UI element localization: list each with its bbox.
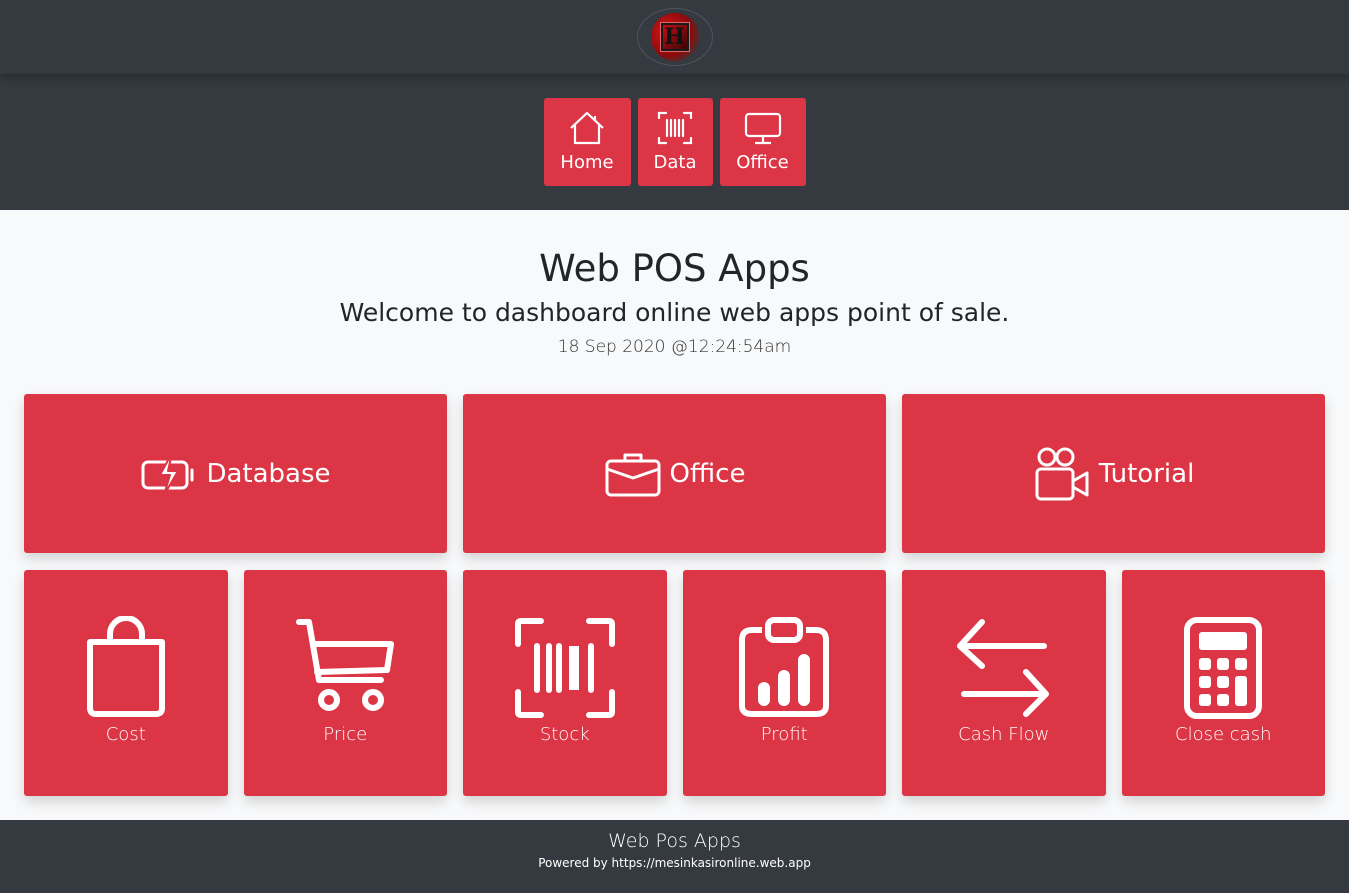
footer: Web Pos Apps Powered by https://mesinkas… [0,820,1349,893]
database-card[interactable]: Database [24,394,447,553]
nav-home-label: Home [560,152,614,173]
logo[interactable]: H [636,8,713,66]
stock-card[interactable]: Stock [463,570,667,796]
monitor-icon [744,112,781,145]
office-card[interactable]: Office [463,394,886,553]
nav-office-label: Office [736,152,789,173]
calculator-icon [1184,617,1263,719]
page-subtitle: Welcome to dashboard online web apps poi… [339,298,1010,327]
tutorial-label: Tutorial [1098,458,1195,489]
footer-title: Web Pos Apps [608,830,741,852]
nav-home-button[interactable]: Home [543,98,631,186]
logo-emblem: H [650,13,699,61]
video-camera-icon [1035,447,1089,500]
profit-label: Profit [760,724,808,745]
clipboard-chart-icon [739,617,830,717]
close-cash-card[interactable]: Close cash [1121,570,1325,796]
cost-card[interactable]: Cost [24,570,228,796]
barcode-scan-icon [657,111,693,145]
stock-label: Stock [539,724,590,745]
profit-card[interactable]: Profit [682,570,886,796]
footer-powered-by[interactable]: Powered by https://mesinkasironline.web.… [0,856,1349,870]
bottom-card-row: Cost Price Stock Profit Cash Flow Close … [24,570,1325,796]
close-cash-label: Close cash [1175,724,1272,745]
top-card-row: Database Office Tutorial [24,394,1325,553]
house-icon [570,111,604,145]
datetime-text: 18 Sep 2020 @12:24:54am [557,337,792,357]
briefcase-icon [605,453,661,496]
price-label: Price [323,724,368,745]
battery-charging-icon [141,451,194,496]
nav-data-button[interactable]: Data [637,98,713,186]
cost-label: Cost [105,724,146,745]
office-label: Office [669,458,746,489]
logo-letter: H [659,22,690,52]
page-title: Web POS Apps [539,247,810,290]
top-bar: H [0,0,1349,74]
hero: Web POS Apps Welcome to dashboard online… [0,210,1349,358]
price-card[interactable]: Price [243,570,447,796]
barcode-scan-icon [514,618,615,718]
nav-office-button[interactable]: Office [719,98,806,186]
database-label: Database [206,458,331,489]
cash-flow-label: Cash Flow [958,724,1050,745]
nav-bar: Home Data Office [0,74,1349,210]
shopping-bag-icon [86,616,165,717]
cart-icon [296,619,395,711]
arrows-exchange-icon [956,619,1049,717]
cash-flow-card[interactable]: Cash Flow [902,570,1106,796]
nav-data-label: Data [653,152,697,173]
tutorial-card[interactable]: Tutorial [902,394,1325,553]
